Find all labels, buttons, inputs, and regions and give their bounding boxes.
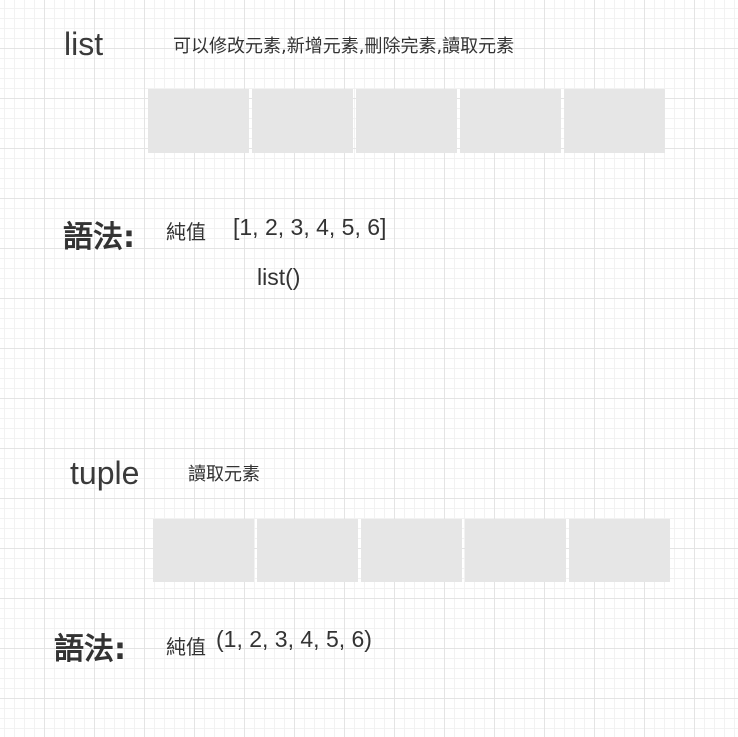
tuple-cell <box>465 519 566 582</box>
tuple-syntax-kind: 純值 <box>166 635 206 659</box>
list-cell <box>148 89 249 153</box>
list-cell <box>564 89 665 153</box>
list-syntax-constructor: list() <box>257 264 301 290</box>
tuple-syntax-example: (1, 2, 3, 4, 5, 6) <box>216 626 372 652</box>
list-syntax-kind: 純值 <box>166 220 206 244</box>
list-cell <box>252 89 353 153</box>
list-cells <box>148 89 665 153</box>
list-cell <box>356 89 457 153</box>
tuple-cell <box>569 519 670 582</box>
list-description: 可以修改元素,新增元素,刪除完素,讀取元素 <box>173 36 515 57</box>
tuple-cell <box>361 519 462 582</box>
tuple-syntax-label: 語法: <box>54 632 126 667</box>
tuple-cells <box>153 519 670 582</box>
list-title: list <box>64 26 104 62</box>
tuple-cell <box>257 519 358 582</box>
list-syntax-label: 語法: <box>63 220 135 255</box>
list-cell <box>460 89 561 153</box>
tuple-cell <box>153 519 254 582</box>
tuple-title: tuple <box>70 455 140 491</box>
list-syntax-example: [1, 2, 3, 4, 5, 6] <box>233 214 387 240</box>
tuple-description: 讀取元素 <box>188 464 260 485</box>
